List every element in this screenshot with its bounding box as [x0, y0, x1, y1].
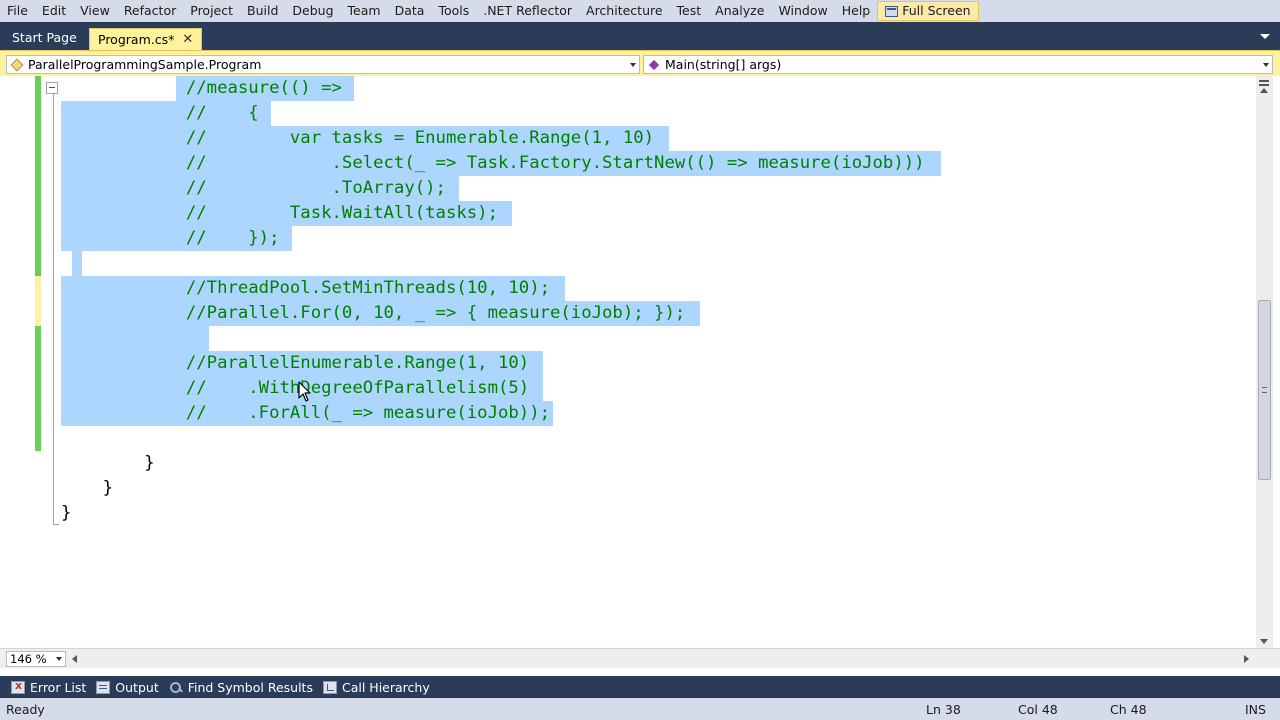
- navigation-bar: ParallelProgrammingSample.Program Main(s…: [0, 50, 1280, 76]
- menu-file[interactable]: File: [0, 0, 35, 22]
- code-line: // var tasks = Enumerable.Range(1, 10): [61, 128, 655, 148]
- find-symbol-icon: [169, 681, 183, 694]
- error-list-icon: [11, 679, 25, 694]
- menu-window[interactable]: Window: [771, 0, 834, 22]
- members-dropdown[interactable]: Main(string[] args): [643, 55, 1273, 74]
- full-screen-label: Full Screen: [902, 3, 971, 18]
- code-line: }: [61, 503, 72, 523]
- code-line: }: [61, 453, 155, 473]
- menu-refactor[interactable]: Refactor: [117, 0, 183, 22]
- code-line: // {: [61, 103, 259, 123]
- change-bar-saved: [35, 76, 41, 276]
- code-line: // .WithDegreeOfParallelism(5): [61, 378, 530, 398]
- types-dropdown[interactable]: ParallelProgrammingSample.Program: [6, 55, 640, 74]
- code-line: // .ForAll(_ => measure(ioJob));: [61, 403, 550, 423]
- members-dropdown-value: Main(string[] args): [665, 57, 782, 72]
- status-character: Ch 48: [1110, 702, 1147, 717]
- tab-call-hierarchy-label: Call Hierarchy: [341, 679, 430, 695]
- menu-analyze[interactable]: Analyze: [708, 0, 771, 22]
- menu-project[interactable]: Project: [183, 0, 240, 22]
- code-line: //measure(() =>: [61, 78, 342, 98]
- code-line: }: [61, 478, 114, 498]
- tab-program-cs[interactable]: Program.cs* ✕: [89, 28, 203, 50]
- class-icon: [10, 58, 24, 71]
- menu-build[interactable]: Build: [240, 0, 285, 22]
- tab-error-list[interactable]: Error List: [6, 679, 91, 695]
- status-bar: Ready Ln 38 Col 48 Ch 48 INS: [0, 698, 1280, 720]
- menu-view[interactable]: View: [73, 0, 117, 22]
- types-dropdown-value: ParallelProgrammingSample.Program: [28, 57, 262, 72]
- menu-architecture[interactable]: Architecture: [579, 0, 670, 22]
- status-line: Ln 38: [926, 702, 961, 717]
- menu-data[interactable]: Data: [388, 0, 432, 22]
- tab-output[interactable]: Output: [91, 680, 163, 695]
- status-insert-mode: INS: [1245, 702, 1266, 717]
- horizontal-scrollbar[interactable]: 146 %: [0, 648, 1280, 668]
- scroll-right-icon[interactable]: [1244, 655, 1249, 663]
- change-bar-unsaved: [35, 276, 41, 326]
- code-line: //Parallel.For(0, 10, _ => { measure(ioJ…: [61, 303, 686, 323]
- menu-bar: File Edit View Refactor Project Build De…: [0, 0, 1280, 22]
- menu-debug[interactable]: Debug: [285, 0, 340, 22]
- menu-tools[interactable]: Tools: [431, 0, 476, 22]
- split-handle-icon[interactable]: [1259, 80, 1269, 86]
- call-hierarchy-icon: [322, 680, 337, 694]
- tab-output-label: Output: [115, 679, 159, 695]
- code-line: // .Select(_ => Task.Factory.StartNew(()…: [61, 153, 925, 173]
- output-icon: [96, 680, 111, 694]
- tab-find-symbol-results-label: Find Symbol Results: [187, 679, 313, 695]
- menu-edit[interactable]: Edit: [35, 0, 73, 22]
- code-editor[interactable]: //measure(() => // { // var tasks = Enum…: [0, 76, 1256, 648]
- code-line: //ThreadPool.SetMinThreads(10, 10);: [61, 278, 550, 298]
- menu-team[interactable]: Team: [341, 0, 388, 22]
- status-text: Ready: [6, 702, 45, 717]
- tab-start-page[interactable]: Start Page: [4, 28, 85, 50]
- selection-highlight: [61, 326, 209, 351]
- chevron-down-icon: [630, 63, 636, 67]
- document-tab-strip: Start Page Program.cs* ✕: [0, 22, 1280, 50]
- mouse-pointer-icon: [298, 381, 311, 402]
- change-bar-saved: [35, 326, 41, 451]
- zoom-dropdown[interactable]: 146 %: [6, 651, 66, 667]
- tab-program-cs-label: Program.cs*: [98, 31, 175, 47]
- tool-window-tabs: Error List Output Find Symbol Results Ca…: [0, 676, 1280, 698]
- scroll-left-icon[interactable]: [72, 655, 77, 663]
- outline-guide: [53, 94, 54, 524]
- selection-highlight: [72, 251, 82, 276]
- chevron-down-icon: [1263, 63, 1269, 67]
- tab-error-list-label: Error List: [30, 679, 87, 695]
- code-line: // });: [61, 228, 280, 248]
- menu-net-reflector[interactable]: .NET Reflector: [476, 0, 579, 22]
- chevron-down-icon[interactable]: [1260, 34, 1270, 39]
- vertical-scrollbar[interactable]: [1256, 76, 1273, 648]
- method-icon: [648, 59, 660, 70]
- code-line: // .ToArray();: [61, 178, 446, 198]
- code-line: //ParallelEnumerable.Range(1, 10): [61, 353, 530, 373]
- status-column: Col 48: [1018, 702, 1058, 717]
- outline-end: [53, 524, 59, 525]
- indicator-margin: [0, 76, 34, 648]
- close-icon[interactable]: ✕: [182, 33, 193, 46]
- full-screen-button[interactable]: Full Screen: [877, 1, 979, 21]
- tab-find-symbol-results[interactable]: Find Symbol Results: [164, 680, 318, 695]
- scroll-up-icon[interactable]: [1260, 88, 1268, 93]
- scroll-thumb[interactable]: [1258, 300, 1271, 480]
- collapse-outline-icon[interactable]: [46, 82, 58, 94]
- chevron-down-icon: [56, 657, 62, 661]
- tab-call-hierarchy[interactable]: Call Hierarchy: [318, 680, 435, 695]
- menu-help[interactable]: Help: [835, 0, 878, 22]
- grip-icon: [1262, 387, 1267, 393]
- scroll-down-icon[interactable]: [1260, 639, 1268, 644]
- menu-test[interactable]: Test: [670, 0, 709, 22]
- code-line: // Task.WaitAll(tasks);: [61, 203, 498, 223]
- full-screen-icon: [885, 5, 899, 17]
- zoom-value: 146 %: [10, 652, 47, 666]
